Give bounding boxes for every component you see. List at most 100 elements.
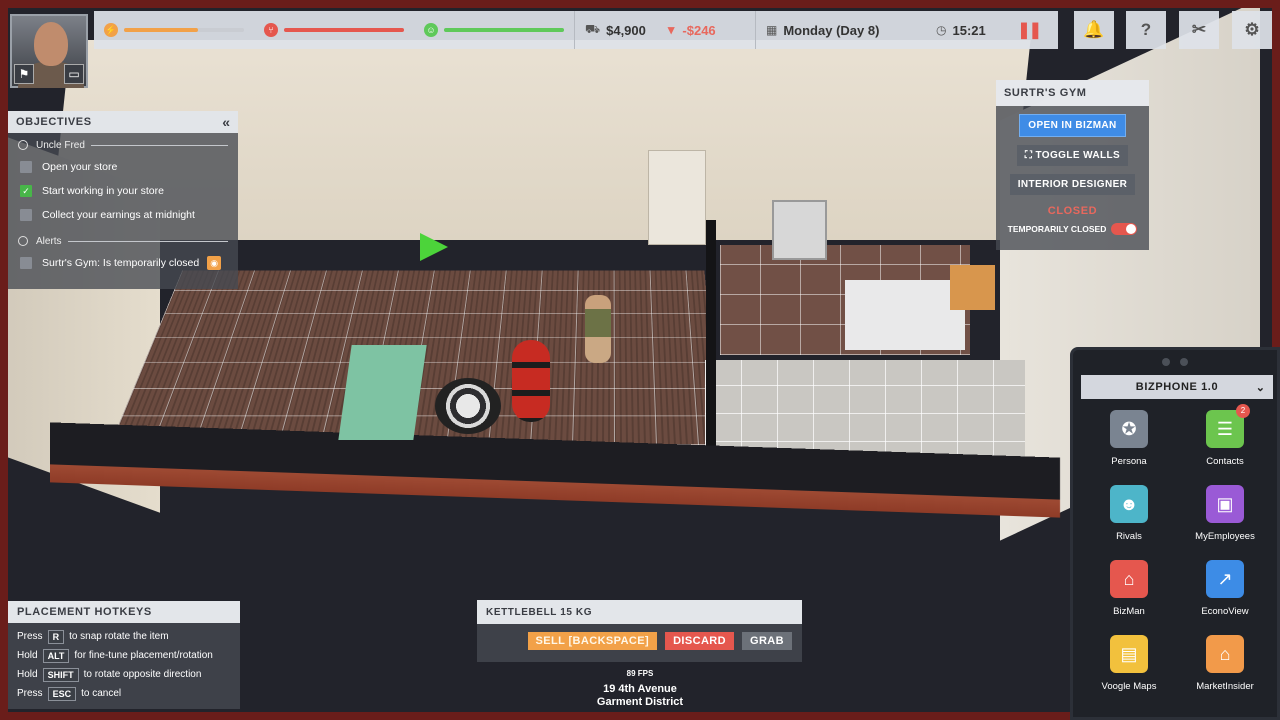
help-button[interactable]: ? [1126, 11, 1166, 49]
avatar-face [34, 22, 68, 66]
store-icon-glyph: ⌂ [1123, 568, 1135, 589]
player-avatar[interactable]: ⚑ ▭ [10, 14, 88, 88]
app-label: BizMan [1113, 606, 1145, 617]
inventory-icon[interactable]: ▭ [64, 64, 84, 84]
persona-icon: ✪ [1110, 410, 1148, 448]
divider-wall [706, 220, 716, 460]
cardboard-box[interactable] [950, 265, 995, 310]
hotkey-description: for fine-tune placement/rotation [74, 650, 213, 661]
objective-item[interactable]: Open your store [8, 155, 238, 179]
checkbox [20, 257, 32, 269]
alert-item[interactable]: Surtr's Gym: Is temporarily closed ◉ [8, 251, 238, 275]
chart-icon: ↗ [1206, 560, 1244, 598]
hotkey-description: to rotate opposite direction [83, 669, 202, 680]
money-icon: ⛟ [585, 22, 601, 36]
objective-item[interactable]: Collect your earnings at midnight [8, 203, 238, 227]
temporarily-closed-toggle[interactable] [1111, 223, 1138, 235]
badge-icon: ▣ [1206, 485, 1244, 523]
status-bar: ⚡ ⑂ ☺ ⛟ $4,900 ▾ -$246 ▦ Monday (Day 8) … [94, 11, 1058, 49]
chat-icon-glyph: ☰ [1216, 418, 1234, 439]
hunger-bar-fill [284, 28, 404, 32]
alert-icon[interactable]: ◉ [207, 256, 222, 270]
locker-shelf[interactable] [648, 150, 706, 245]
key-cap: SHIFT [42, 667, 79, 682]
chart-icon-glyph: ↗ [1217, 568, 1233, 589]
store-header: SURTR'S GYM [996, 80, 1149, 106]
app-myemployees[interactable]: ▣ MyEmployees [1177, 485, 1273, 550]
key-cap: ESC [47, 686, 77, 701]
character-status-icon[interactable]: ⚑ [14, 64, 34, 84]
settings-button[interactable]: ⚙ [1232, 11, 1272, 49]
app-bizman[interactable]: ⌂ BizMan [1081, 560, 1177, 625]
interior-designer-button[interactable]: INTERIOR DESIGNER [1009, 174, 1136, 195]
group-title: Alerts [36, 235, 62, 247]
hotkey-row: Hold ALT for fine-tune placement/rotation [8, 646, 240, 665]
energy-stat: ⚡ [94, 11, 254, 49]
app-voogle-maps[interactable]: ▤ Voogle Maps [1081, 635, 1177, 700]
badge-icon-glyph: ▣ [1216, 493, 1234, 514]
objective-label: Open your store [42, 161, 118, 173]
alert-label: Surtr's Gym: Is temporarily closed [42, 257, 200, 269]
energy-bar [124, 28, 244, 32]
house-icon: ⌂ [1206, 635, 1244, 673]
hotkey-action: Hold [17, 650, 38, 661]
app-marketinsider[interactable]: ⌂ MarketInsider [1177, 635, 1273, 700]
hotkeys-list: Press Rto snap rotate the item Hold ALT for … [8, 623, 240, 703]
toggle-walls-button[interactable]: ⛶ TOGGLE WALLS [1016, 145, 1129, 166]
app-label: Voogle Maps [1101, 681, 1157, 692]
calendar-icon: ▦ [766, 23, 778, 37]
hotkey-description: to cancel [81, 688, 122, 699]
phone-camera [1073, 350, 1277, 366]
checkbox-checked-icon: ✓ [20, 185, 32, 197]
key-cap: R [47, 629, 65, 644]
collapse-icon[interactable]: « [222, 114, 230, 130]
happiness-stat: ☺ [414, 11, 574, 49]
discard-button[interactable]: DISCARD [665, 632, 734, 650]
equipment-rack[interactable] [772, 200, 827, 260]
open-in-bizman-button[interactable]: OPEN IN BIZMAN [1019, 114, 1126, 137]
app-econoview[interactable]: ↗ EconoView [1177, 560, 1273, 625]
chevron-down-icon[interactable]: ⌄ [1256, 381, 1265, 394]
objectives-panel: OBJECTIVES « Uncle Fred Open your store … [8, 111, 238, 289]
happiness-bar-fill [444, 28, 564, 32]
gear-icon: ⚙ [1244, 20, 1260, 39]
objectives-title: OBJECTIVES [16, 116, 92, 128]
persona-icon-glyph: ✪ [1121, 418, 1137, 439]
app-label: MarketInsider [1196, 681, 1254, 692]
exercise-mat[interactable] [338, 345, 427, 440]
hunger-icon: ⑂ [264, 23, 278, 37]
app-rivals[interactable]: ☻ Rivals [1081, 485, 1177, 550]
clock-icon [18, 140, 28, 150]
phone-title: BIZPHONE 1.0 [1135, 381, 1219, 393]
build-mode-button[interactable]: ✂ [1179, 11, 1219, 49]
hunger-bar [284, 28, 404, 32]
grab-button[interactable]: GRAB [742, 632, 792, 650]
app-contacts[interactable]: ☰ 2 Contacts [1177, 404, 1273, 475]
phone-header[interactable]: BIZPHONE 1.0 ⌄ [1081, 375, 1273, 399]
group-title: Uncle Fred [36, 139, 85, 151]
money-stat[interactable]: ⛟ $4,900 ▾ -$246 [575, 11, 755, 49]
punching-bag[interactable] [512, 340, 550, 422]
app-label: Contacts [1206, 456, 1244, 467]
sell-button[interactable]: SELL [BACKSPACE] [527, 632, 658, 650]
hotkey-action: Hold [17, 669, 38, 680]
temporarily-closed-row: TEMPORARILY CLOSED [1008, 223, 1138, 235]
pause-button[interactable]: ❚❚ [1017, 20, 1042, 40]
checkbox [20, 209, 32, 221]
hunger-stat: ⑂ [254, 11, 414, 49]
hotkey-row: Hold SHIFT to rotate opposite direction [8, 665, 240, 684]
energy-bar-fill [124, 28, 199, 32]
group-icon: ☻ [1110, 485, 1148, 523]
weight-plate[interactable] [435, 378, 501, 434]
hotkeys-title: PLACEMENT HOTKEYS [17, 606, 152, 618]
app-persona[interactable]: ✪ Persona [1081, 410, 1177, 475]
notifications-button[interactable]: 🔔 [1074, 11, 1114, 49]
hotkey-row: Press ESC to cancel [8, 684, 240, 703]
phone-app-grid: ✪ Persona ☰ 2 Contacts ☻ Rivals ▣ MyEmployees ⌂ Bi… [1081, 404, 1273, 700]
store-counter[interactable] [845, 280, 965, 350]
store-panel: SURTR'S GYM OPEN IN BIZMAN ⛶ TOGGLE WALL… [996, 80, 1149, 250]
objective-item[interactable]: ✓ Start working in your store [8, 179, 238, 203]
hotkey-action: Press [17, 688, 43, 699]
store-status: CLOSED [1047, 205, 1098, 217]
store-icon: ⌂ [1110, 560, 1148, 598]
